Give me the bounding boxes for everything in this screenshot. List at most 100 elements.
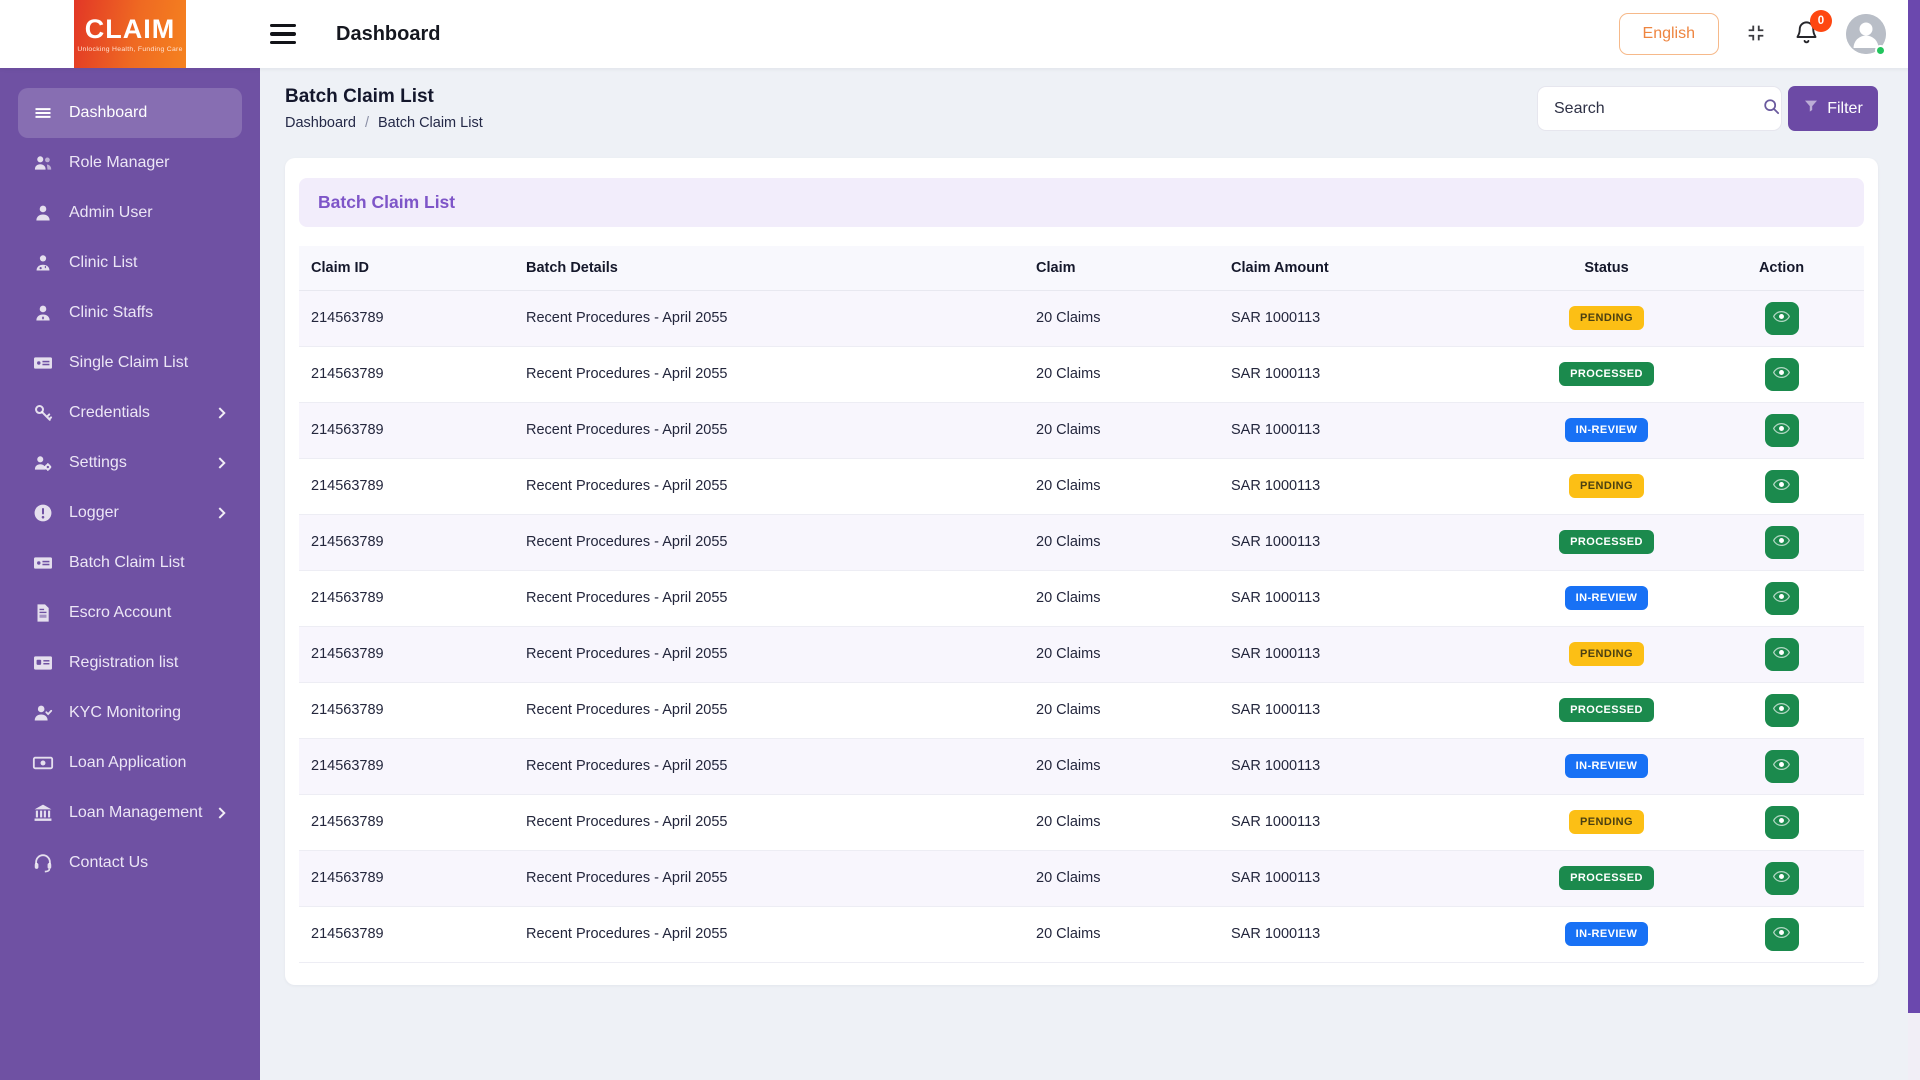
status-badge: IN-REVIEW xyxy=(1565,922,1649,946)
cell-batch-details: Recent Procedures - April 2055 xyxy=(514,906,1024,962)
view-claim-button[interactable] xyxy=(1765,470,1799,503)
users-gear-icon xyxy=(32,452,54,474)
chevron-right-icon xyxy=(214,457,225,468)
eye-icon xyxy=(1772,419,1791,441)
headset-icon xyxy=(32,852,54,874)
money-check-icon xyxy=(32,352,54,374)
table-row: 214563789 Recent Procedures - April 2055… xyxy=(299,738,1864,794)
language-button[interactable]: English xyxy=(1619,13,1719,55)
table-row: 214563789 Recent Procedures - April 2055… xyxy=(299,570,1864,626)
sidebar-item-clinic-staffs[interactable]: Clinic Staffs xyxy=(18,288,242,338)
cell-claim-amount: SAR 1000113 xyxy=(1219,346,1514,402)
cell-claim-id: 214563789 xyxy=(299,794,514,850)
cell-claim-id: 214563789 xyxy=(299,290,514,346)
chevron-right-icon xyxy=(214,807,225,818)
view-claim-button[interactable] xyxy=(1765,638,1799,671)
status-badge: IN-REVIEW xyxy=(1565,418,1649,442)
view-claim-button[interactable] xyxy=(1765,582,1799,615)
status-badge: PROCESSED xyxy=(1559,362,1654,386)
card-header: Batch Claim List xyxy=(299,178,1864,227)
cell-claim-amount: SAR 1000113 xyxy=(1219,402,1514,458)
fullscreen-button[interactable] xyxy=(1745,22,1767,47)
cell-claim-id: 214563789 xyxy=(299,682,514,738)
sidebar-item-clinic-list[interactable]: Clinic List xyxy=(18,238,242,288)
search-input[interactable] xyxy=(1554,100,1761,118)
sidebar-toggle-button[interactable] xyxy=(270,22,300,46)
cell-claim: 20 Claims xyxy=(1024,514,1219,570)
main-content: Batch Claim List Dashboard / Batch Claim… xyxy=(260,68,1908,1080)
sidebar-item-registration-list[interactable]: Registration list xyxy=(18,638,242,688)
cell-batch-details: Recent Procedures - April 2055 xyxy=(514,458,1024,514)
cell-action xyxy=(1699,906,1864,962)
eye-icon xyxy=(1772,363,1791,385)
view-claim-button[interactable] xyxy=(1765,694,1799,727)
cell-status: PENDING xyxy=(1514,794,1699,850)
sidebar-item-credentials[interactable]: Credentials xyxy=(18,388,242,438)
view-claim-button[interactable] xyxy=(1765,806,1799,839)
view-claim-button[interactable] xyxy=(1765,302,1799,335)
view-claim-button[interactable] xyxy=(1765,862,1799,895)
cell-action xyxy=(1699,514,1864,570)
view-claim-button[interactable] xyxy=(1765,358,1799,391)
sidebar-item-role-manager[interactable]: Role Manager xyxy=(18,138,242,188)
cell-claim-id: 214563789 xyxy=(299,514,514,570)
sidebar-item-logger[interactable]: Logger xyxy=(18,488,242,538)
hamburger-icon xyxy=(270,24,296,27)
scrollbar-thumb[interactable] xyxy=(1908,0,1920,1013)
user-doctor-icon xyxy=(32,252,54,274)
cell-claim: 20 Claims xyxy=(1024,290,1219,346)
sidebar: Dashboard Role Manager Admin User Clinic… xyxy=(0,68,260,1080)
eye-icon xyxy=(1772,307,1791,329)
cell-action xyxy=(1699,682,1864,738)
cell-claim: 20 Claims xyxy=(1024,346,1219,402)
sidebar-item-batch-claim-list[interactable]: Batch Claim List xyxy=(18,538,242,588)
cell-claim: 20 Claims xyxy=(1024,402,1219,458)
cell-batch-details: Recent Procedures - April 2055 xyxy=(514,402,1024,458)
column-header-status: Status xyxy=(1514,246,1699,290)
sidebar-item-loan-application[interactable]: Loan Application xyxy=(18,738,242,788)
cell-action xyxy=(1699,794,1864,850)
sidebar-item-settings[interactable]: Settings xyxy=(18,438,242,488)
view-claim-button[interactable] xyxy=(1765,526,1799,559)
sidebar-item-kyc-monitoring[interactable]: KYC Monitoring xyxy=(18,688,242,738)
key-icon xyxy=(32,402,54,424)
cell-action xyxy=(1699,570,1864,626)
table-row: 214563789 Recent Procedures - April 2055… xyxy=(299,458,1864,514)
cell-status: PROCESSED xyxy=(1514,850,1699,906)
user-avatar[interactable] xyxy=(1846,14,1886,54)
search-icon[interactable] xyxy=(1761,96,1782,122)
search-box xyxy=(1537,86,1782,131)
user-icon xyxy=(32,202,54,224)
sidebar-nav: Dashboard Role Manager Admin User Clinic… xyxy=(18,88,242,888)
cell-action xyxy=(1699,346,1864,402)
eye-icon xyxy=(1772,755,1791,777)
sidebar-item-single-claim-list[interactable]: Single Claim List xyxy=(18,338,242,388)
page-title: Batch Claim List xyxy=(285,86,483,108)
users-icon xyxy=(32,152,54,174)
sidebar-item-escro-account[interactable]: Escro Account xyxy=(18,588,242,638)
status-badge: IN-REVIEW xyxy=(1565,754,1649,778)
cell-claim: 20 Claims xyxy=(1024,906,1219,962)
filter-button[interactable]: Filter xyxy=(1788,86,1878,131)
view-claim-button[interactable] xyxy=(1765,918,1799,951)
sidebar-item-dashboard[interactable]: Dashboard xyxy=(18,88,242,138)
cell-batch-details: Recent Procedures - April 2055 xyxy=(514,290,1024,346)
cell-claim-id: 214563789 xyxy=(299,346,514,402)
card-title: Batch Claim List xyxy=(318,192,455,213)
eye-icon xyxy=(1772,867,1791,889)
view-claim-button[interactable] xyxy=(1765,750,1799,783)
sidebar-item-admin-user[interactable]: Admin User xyxy=(18,188,242,238)
view-claim-button[interactable] xyxy=(1765,414,1799,447)
eye-icon xyxy=(1772,699,1791,721)
notifications-button[interactable]: 0 xyxy=(1793,19,1820,49)
cell-claim-id: 214563789 xyxy=(299,626,514,682)
topbar: CLAIM Unlocking Health, Funding Care Das… xyxy=(0,0,1920,68)
batch-claim-table: Claim IDBatch DetailsClaimClaim AmountSt… xyxy=(299,246,1864,963)
page-scrollbar[interactable] xyxy=(1908,0,1920,1080)
status-badge: PENDING xyxy=(1569,642,1644,666)
status-badge: IN-REVIEW xyxy=(1565,586,1649,610)
breadcrumb-dashboard[interactable]: Dashboard xyxy=(285,115,356,131)
sidebar-item-contact-us[interactable]: Contact Us xyxy=(18,838,242,888)
sidebar-item-loan-management[interactable]: Loan Management xyxy=(18,788,242,838)
eye-icon xyxy=(1772,923,1791,945)
